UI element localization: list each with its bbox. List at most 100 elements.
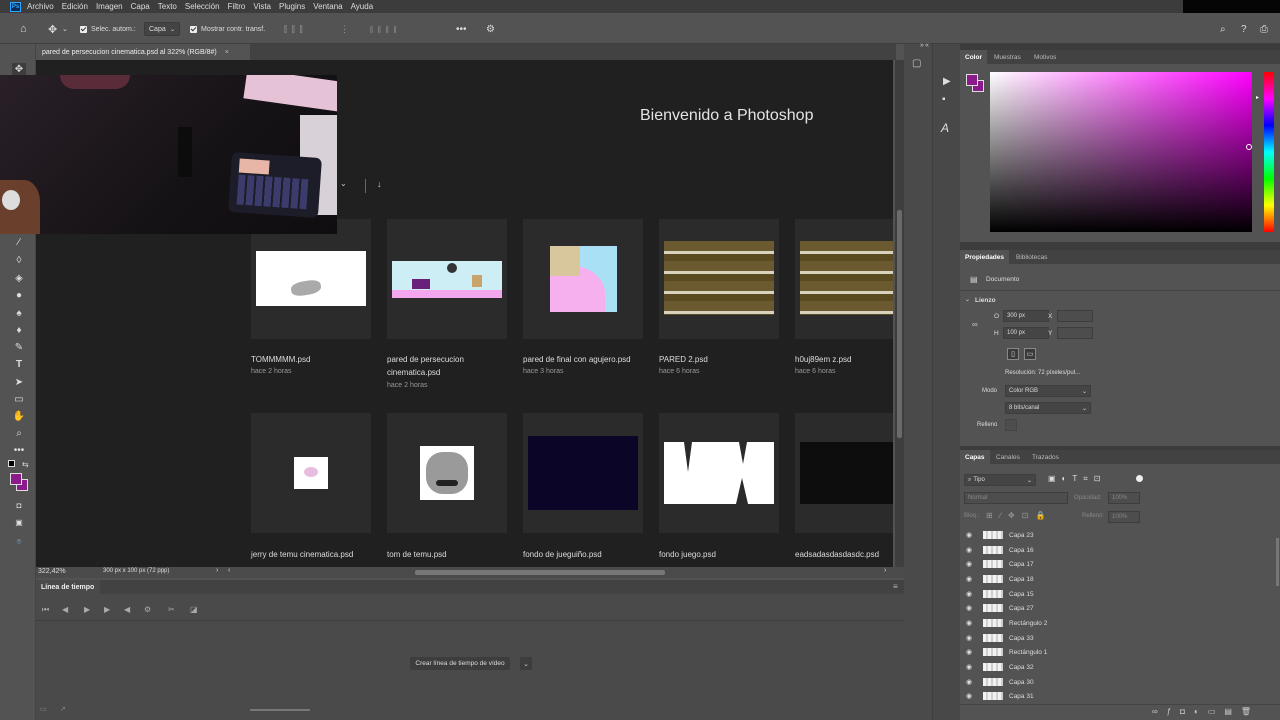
file-card-tom-de-temu[interactable] <box>387 413 507 533</box>
settings-icon[interactable]: ⚙ <box>144 605 151 614</box>
share-icon[interactable]: ⎙ <box>1260 22 1268 36</box>
file-card-eadsadas[interactable] <box>795 413 893 533</box>
visibility-eye-icon[interactable]: ◉ <box>966 575 976 583</box>
scroll-left-icon[interactable]: ‹ <box>228 567 230 574</box>
blend-mode-dropdown[interactable]: Normal <box>964 492 1068 504</box>
layer-row[interactable]: ◉ Capa 15 <box>960 587 1272 601</box>
y-input[interactable] <box>1057 327 1093 339</box>
document-tab[interactable]: pared de persecucion cinematica.psd al 3… <box>36 44 250 60</box>
next-frame-icon[interactable]: ▶ <box>104 605 110 614</box>
file-card-fondo-jueguino[interactable] <box>523 413 643 533</box>
collapse-icon[interactable]: » <box>920 42 924 49</box>
tab-propiedades[interactable]: Propiedades <box>960 250 1010 264</box>
visibility-eye-icon[interactable]: ◉ <box>966 590 976 598</box>
menu-texto[interactable]: Texto <box>158 2 177 11</box>
menu-archivo[interactable]: Archivo <box>27 2 54 11</box>
rectangle-tool-icon[interactable]: ▭ <box>12 393 26 405</box>
tab-capas[interactable]: Capas <box>960 450 990 464</box>
menu-edicion[interactable]: Edición <box>62 2 88 11</box>
welcome-scrollbar[interactable] <box>895 60 904 567</box>
file-card-pared-persecucion[interactable] <box>387 219 507 339</box>
layers-scrollbar[interactable] <box>1276 538 1279 586</box>
screen-mode-icon[interactable]: ▣ <box>12 516 26 528</box>
dodge-tool-icon[interactable]: ♦ <box>12 324 26 336</box>
timeline-tab[interactable]: Línea de tiempo <box>36 580 100 594</box>
layer-row[interactable]: ◉ Rectángulo 1 <box>960 645 1272 659</box>
visibility-eye-icon[interactable]: ◉ <box>966 634 976 642</box>
prev-frame-icon[interactable]: ◀ <box>62 605 68 614</box>
tab-trazados[interactable]: Trazados <box>1032 450 1059 464</box>
paint-bucket-tool-icon[interactable]: ◈ <box>12 272 26 284</box>
layer-row[interactable]: ◉ Capa 17 <box>960 557 1272 571</box>
file-card-tommmmm[interactable] <box>251 219 371 339</box>
help-icon[interactable]: ? <box>1241 22 1247 36</box>
layer-row[interactable]: ◉ Capa 32 <box>960 660 1272 674</box>
character-icon[interactable]: A <box>941 121 949 135</box>
bit-depth-dropdown[interactable]: 8 bits/canal ⌄ <box>1005 402 1091 414</box>
brush-tool-icon[interactable]: ∕ <box>12 236 26 248</box>
file-name[interactable]: pared de persecucion cinematica.psd <box>387 353 497 379</box>
menu-filtro[interactable]: Filtro <box>228 2 246 11</box>
eraser-tool-icon[interactable]: ◊ <box>12 254 26 266</box>
horizontal-scrollbar[interactable] <box>415 570 665 575</box>
file-card-fondo-juego[interactable] <box>659 413 779 533</box>
auto-select-dropdown[interactable]: Capa ⌄ <box>144 22 180 36</box>
file-card-h0uj89em[interactable] <box>795 219 893 339</box>
layer-filter-icons[interactable]: ▣◐T⌗⊡ <box>1048 474 1107 484</box>
hue-slider[interactable] <box>1264 72 1274 232</box>
home-icon[interactable]: ⌂ <box>20 22 27 36</box>
show-transform-checkbox[interactable]: Mostrar contr. transf. <box>190 22 265 36</box>
mode-dropdown[interactable]: Color RGB ⌄ <box>1005 385 1091 397</box>
menu-seleccion[interactable]: Selección <box>185 2 220 11</box>
blur-tool-icon[interactable]: ● <box>12 289 26 301</box>
layer-row[interactable]: ◉ Capa 27 <box>960 601 1272 615</box>
move-tool-icon[interactable]: ✥ <box>12 63 26 75</box>
file-name[interactable]: fondo de jueguiño.psd <box>523 548 643 561</box>
fill-opacity-input[interactable]: 100% <box>1108 511 1140 523</box>
visibility-eye-icon[interactable]: ◉ <box>966 678 976 686</box>
file-name[interactable]: fondo juego.psd <box>659 548 779 561</box>
gear-icon[interactable]: ⚙ <box>486 22 495 36</box>
visibility-eye-icon[interactable]: ◉ <box>966 531 976 539</box>
visibility-eye-icon[interactable]: ◉ <box>966 560 976 568</box>
status-chevron-icon[interactable]: › <box>216 567 218 574</box>
panel-icon[interactable]: ▢ <box>912 58 921 69</box>
chevron-down-icon[interactable]: ⌄ <box>965 296 970 303</box>
file-name[interactable]: tom de temu.psd <box>387 548 507 561</box>
tab-muestras[interactable]: Muestras <box>994 50 1021 64</box>
scroll-right-icon[interactable]: › <box>884 567 886 574</box>
layer-row[interactable]: ◉ Capa 30 <box>960 675 1272 689</box>
distribute-icon[interactable]: ⋮ <box>340 22 349 36</box>
align-buttons[interactable]: ⫿⫿⫿ <box>284 22 308 36</box>
more-options-icon[interactable]: ••• <box>456 22 467 36</box>
play-actions-icon[interactable]: ▶ <box>943 76 951 87</box>
tab-color[interactable]: Color <box>960 50 987 64</box>
filter-toggle[interactable] <box>1136 475 1143 482</box>
align-vertical-buttons[interactable]: ⫾⫾⫾⫾ <box>370 22 402 36</box>
comments-icon[interactable]: ▪ <box>942 94 946 105</box>
file-name[interactable]: TOMMMMM.psd <box>251 353 371 366</box>
visibility-eye-icon[interactable]: ◉ <box>966 692 976 700</box>
path-selection-icon[interactable]: ➤ <box>12 376 26 388</box>
frame-tool-icon[interactable]: ⌾ <box>12 536 26 548</box>
zoom-tool-icon[interactable]: ⌕ <box>12 427 26 439</box>
color-foreground-swatch[interactable] <box>966 74 978 86</box>
more-tools-icon[interactable]: ••• <box>12 444 26 456</box>
panel-menu-icon[interactable]: ≡ <box>893 582 898 591</box>
smudge-tool-icon[interactable]: ♠ <box>12 307 26 319</box>
visibility-eye-icon[interactable]: ◉ <box>966 546 976 554</box>
render-icon[interactable]: ▭ <box>40 705 47 713</box>
scissors-icon[interactable]: ✂ <box>168 605 175 614</box>
x-input[interactable] <box>1057 310 1093 322</box>
layer-row[interactable]: ◉ Capa 16 <box>960 543 1272 557</box>
tool-preset-chevron-icon[interactable]: ⌄ <box>62 22 68 36</box>
file-name[interactable]: jerry de temu cinematica.psd <box>251 548 376 561</box>
sort-arrow-icon[interactable]: ↓ <box>377 179 382 189</box>
foreground-color-swatch[interactable] <box>10 473 22 485</box>
file-name[interactable]: eadsadasdasdasdc.psd <box>795 548 893 561</box>
pen-tool-icon[interactable]: ✎ <box>12 341 26 353</box>
tab-canales[interactable]: Canales <box>996 450 1020 464</box>
layer-row[interactable]: ◉ Capa 18 <box>960 572 1272 586</box>
convert-icon[interactable]: ↗ <box>60 705 66 713</box>
zoom-level[interactable]: 322,42% <box>38 568 66 575</box>
